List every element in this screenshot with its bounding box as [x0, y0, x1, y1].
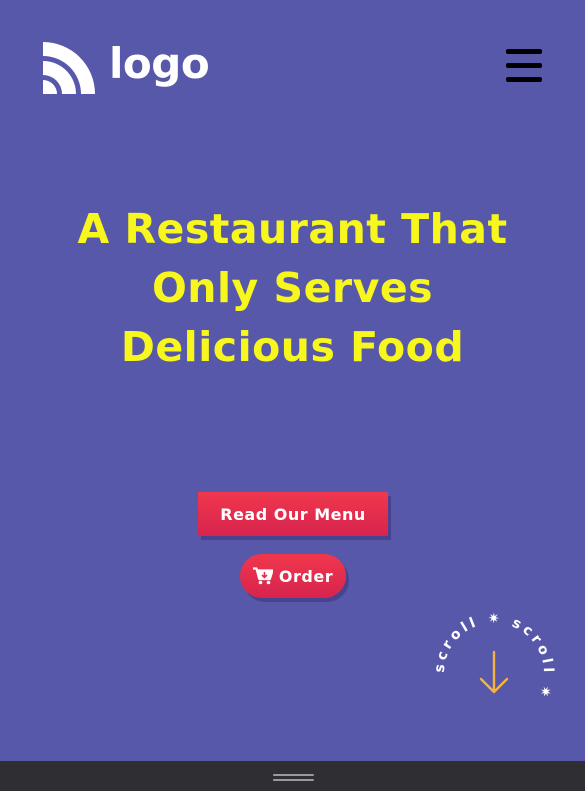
wifi-arcs-logo-icon [43, 42, 95, 94]
logo-text: logo [109, 39, 210, 88]
drag-handle-icon[interactable] [273, 774, 314, 782]
hero-title: A Restaurant That Only Serves Delicious … [77, 205, 508, 371]
read-menu-button[interactable]: Read Our Menu [198, 492, 388, 536]
bottom-bar [0, 761, 585, 791]
site-logo[interactable]: logo [43, 39, 210, 94]
scroll-badge[interactable]: scroll ✷ scroll ✷ [433, 612, 555, 734]
order-label: Order [278, 566, 334, 586]
order-button[interactable]: Order [240, 554, 346, 598]
cart-icon [252, 567, 273, 585]
hamburger-menu-icon[interactable] [506, 49, 542, 83]
arrow-down-icon [479, 650, 509, 694]
site-header: logo [0, 0, 585, 130]
read-menu-label: Read Our Menu [220, 504, 366, 524]
